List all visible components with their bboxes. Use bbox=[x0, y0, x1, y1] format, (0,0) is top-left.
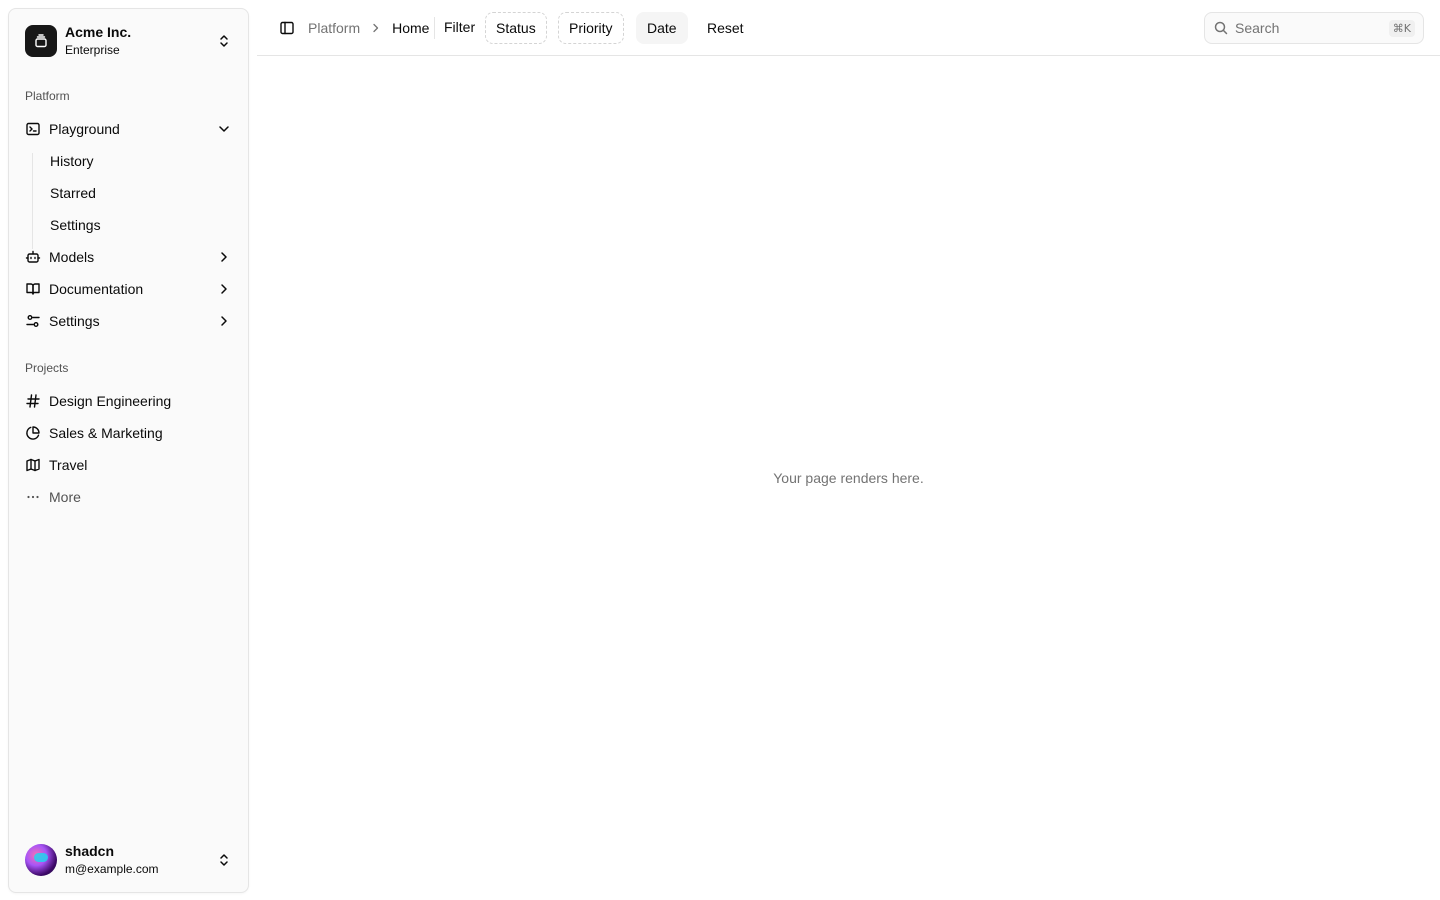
search-shortcut: ⌘K bbox=[1388, 19, 1415, 37]
chevron-right-icon bbox=[221, 284, 227, 294]
breadcrumb: Platform Home bbox=[308, 0, 429, 56]
nav-item-label: Models bbox=[49, 249, 95, 265]
search-placeholder: Search bbox=[1235, 20, 1280, 36]
app-root: Acme Inc. Enterprise Platform Playground bbox=[0, 0, 1440, 900]
breadcrumb-platform[interactable]: Platform bbox=[308, 20, 360, 36]
subitem-history[interactable]: History bbox=[42, 147, 232, 175]
project-label: Design Engineering bbox=[49, 393, 172, 409]
bot-icon bbox=[25, 249, 41, 265]
user-text: shadcn m@example.com bbox=[65, 843, 216, 876]
nav-item-settings[interactable]: Settings bbox=[17, 305, 240, 337]
user-email: m@example.com bbox=[65, 862, 159, 877]
divider bbox=[434, 17, 435, 39]
breadcrumb-home: Home bbox=[392, 20, 430, 36]
chevrons-up-down-icon bbox=[220, 854, 228, 866]
map-icon bbox=[25, 457, 41, 473]
user-name: shadcn bbox=[65, 843, 115, 860]
chevron-down-icon bbox=[219, 126, 229, 132]
filter-label: Filter bbox=[444, 19, 476, 35]
sidebar: Acme Inc. Enterprise Platform Playground bbox=[8, 8, 249, 893]
nav-item-label: Settings bbox=[49, 313, 100, 329]
main-content: Your page renders here. bbox=[257, 57, 1440, 900]
top-bar: Platform Home Filter Status Priority Dat… bbox=[257, 0, 1440, 56]
chevrons-up-down-icon bbox=[220, 35, 228, 47]
submenu-guide-line bbox=[32, 153, 33, 249]
team-text: Acme Inc. Enterprise bbox=[65, 24, 216, 57]
panel-left-icon bbox=[280, 21, 294, 35]
user-menu[interactable]: shadcn m@example.com bbox=[17, 836, 240, 884]
page-placeholder: Your page renders here. bbox=[773, 470, 924, 486]
team-logo bbox=[25, 25, 57, 57]
project-design-engineering[interactable]: Design Engineering bbox=[17, 385, 240, 417]
terminal-icon bbox=[25, 121, 41, 137]
project-label: Travel bbox=[49, 457, 88, 473]
team-name: Acme Inc. bbox=[65, 24, 132, 41]
project-label: More bbox=[49, 489, 81, 505]
sidebar-toggle-button[interactable] bbox=[273, 14, 301, 42]
ellipsis-icon bbox=[25, 489, 41, 505]
filter-priority-button[interactable]: Priority bbox=[558, 12, 624, 44]
nav-item-models[interactable]: Models bbox=[17, 241, 240, 273]
book-icon bbox=[25, 281, 41, 297]
group-label-platform: Platform bbox=[25, 89, 70, 103]
project-travel[interactable]: Travel bbox=[17, 449, 240, 481]
search-icon bbox=[1214, 21, 1228, 35]
group-label-projects: Projects bbox=[25, 361, 69, 375]
project-sales-marketing[interactable]: Sales & Marketing bbox=[17, 417, 240, 449]
reset-button[interactable]: Reset bbox=[697, 12, 754, 44]
nav-item-label: Playground bbox=[49, 121, 120, 137]
nav-item-documentation[interactable]: Documentation bbox=[17, 273, 240, 305]
subitem-starred[interactable]: Starred bbox=[42, 179, 232, 207]
nav-item-playground[interactable]: Playground bbox=[17, 113, 240, 145]
chevron-right-icon bbox=[221, 316, 227, 326]
pie-chart-icon bbox=[25, 425, 41, 441]
team-switcher[interactable]: Acme Inc. Enterprise bbox=[17, 17, 240, 65]
chevron-right-icon bbox=[221, 252, 227, 262]
projects-more[interactable]: More bbox=[17, 481, 240, 513]
sliders-icon bbox=[25, 313, 41, 329]
hash-icon bbox=[25, 393, 41, 409]
filter-status-button[interactable]: Status bbox=[485, 12, 547, 44]
avatar bbox=[25, 844, 57, 876]
project-label: Sales & Marketing bbox=[49, 425, 163, 441]
chevron-right-icon bbox=[373, 23, 379, 33]
subitem-settings[interactable]: Settings bbox=[42, 211, 232, 239]
search-input[interactable]: Search ⌘K bbox=[1204, 12, 1424, 44]
filter-date-button[interactable]: Date bbox=[636, 12, 688, 44]
gallery-icon bbox=[35, 34, 47, 48]
nav-item-label: Documentation bbox=[49, 281, 144, 297]
team-plan: Enterprise bbox=[65, 43, 120, 58]
